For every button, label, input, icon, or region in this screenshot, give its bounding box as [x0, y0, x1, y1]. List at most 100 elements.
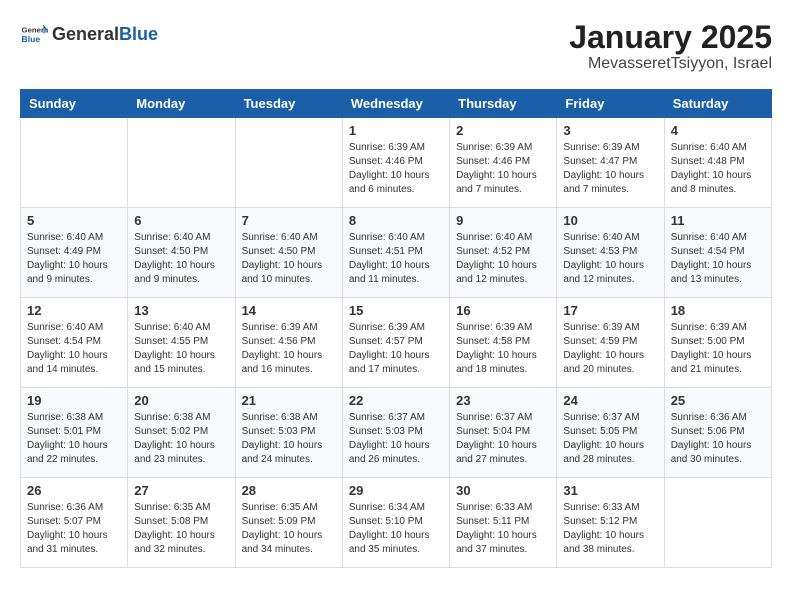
calendar-cell: 31Sunrise: 6:33 AMSunset: 5:12 PMDayligh…	[557, 478, 664, 568]
day-info: Sunrise: 6:40 AMSunset: 4:54 PMDaylight:…	[27, 321, 121, 377]
day-info: Sunrise: 6:36 AMSunset: 5:07 PMDaylight:…	[27, 501, 121, 557]
calendar-cell: 13 Sunrise: 6:40 AMSunset: 4:55 PMDayligh…	[128, 298, 235, 388]
day-info: Sunrise: 6:39 AMSunset: 4:58 PMDaylight:…	[456, 321, 550, 377]
calendar-cell: 14 Sunrise: 6:39 AMSunset: 4:56 PMDayligh…	[235, 298, 342, 388]
day-number: 18	[671, 303, 765, 318]
day-number: 20	[134, 393, 228, 408]
day-info: Sunrise: 6:38 AMSunset: 5:02 PMDaylight:…	[134, 411, 228, 467]
day-number: 25	[671, 393, 765, 408]
calendar-cell: 6 Sunrise: 6:40 AMSunset: 4:50 PMDaylight…	[128, 208, 235, 298]
calendar-week-row: 1 Sunrise: 6:39 AMSunset: 4:46 PMDaylight…	[21, 118, 772, 208]
calendar-week-row: 5Sunrise: 6:40 AMSunset: 4:49 PMDaylight…	[21, 208, 772, 298]
calendar-cell: 5Sunrise: 6:40 AMSunset: 4:49 PMDaylight…	[21, 208, 128, 298]
day-number: 14	[242, 303, 336, 318]
day-number: 6	[134, 213, 228, 228]
calendar-cell: 25 Sunrise: 6:36 AMSunset: 5:06 PMDayligh…	[664, 388, 771, 478]
calendar-cell: 3 Sunrise: 6:39 AMSunset: 4:47 PMDaylight…	[557, 118, 664, 208]
day-number: 5	[27, 213, 121, 228]
day-number: 15	[349, 303, 443, 318]
day-info: Sunrise: 6:40 AMSunset: 4:50 PMDaylight:…	[242, 231, 336, 287]
calendar-cell: 9 Sunrise: 6:40 AMSunset: 4:52 PMDaylight…	[450, 208, 557, 298]
day-info: Sunrise: 6:39 AMSunset: 4:56 PMDaylight:…	[242, 321, 336, 377]
calendar-cell: 11 Sunrise: 6:40 AMSunset: 4:54 PMDayligh…	[664, 208, 771, 298]
calendar-cell: 19 Sunrise: 6:38 AMSunset: 5:01 PMDayligh…	[21, 388, 128, 478]
calendar-cell: 1 Sunrise: 6:39 AMSunset: 4:46 PMDaylight…	[342, 118, 449, 208]
calendar-cell: 7 Sunrise: 6:40 AMSunset: 4:50 PMDaylight…	[235, 208, 342, 298]
calendar-header-row: SundayMondayTuesdayWednesdayThursdayFrid…	[21, 90, 772, 118]
weekday-header-tuesday: Tuesday	[235, 90, 342, 118]
day-info: Sunrise: 6:36 AMSunset: 5:06 PMDaylight:…	[671, 411, 765, 467]
calendar-cell: 20 Sunrise: 6:38 AMSunset: 5:02 PMDayligh…	[128, 388, 235, 478]
day-number: 13	[134, 303, 228, 318]
day-info: Sunrise: 6:39 AMSunset: 4:59 PMDaylight:…	[563, 321, 657, 377]
calendar-week-row: 12 Sunrise: 6:40 AMSunset: 4:54 PMDayligh…	[21, 298, 772, 388]
day-info: Sunrise: 6:33 AMSunset: 5:12 PMDaylight:…	[563, 501, 657, 557]
weekday-header-saturday: Saturday	[664, 90, 771, 118]
page-header: General Blue General Blue January 2025 Me…	[20, 20, 772, 73]
calendar-cell: 21Sunrise: 6:38 AMSunset: 5:03 PMDayligh…	[235, 388, 342, 478]
day-number: 7	[242, 213, 336, 228]
calendar-table: SundayMondayTuesdayWednesdayThursdayFrid…	[20, 89, 772, 568]
day-number: 3	[563, 123, 657, 138]
day-info: Sunrise: 6:39 AMSunset: 4:47 PMDaylight:…	[563, 141, 657, 197]
day-number: 19	[27, 393, 121, 408]
calendar-cell: 30Sunrise: 6:33 AMSunset: 5:11 PMDayligh…	[450, 478, 557, 568]
day-number: 10	[563, 213, 657, 228]
month-title: January 2025	[569, 20, 772, 55]
day-number: 30	[456, 483, 550, 498]
day-number: 12	[27, 303, 121, 318]
calendar-cell: 18 Sunrise: 6:39 AMSunset: 5:00 PMDayligh…	[664, 298, 771, 388]
day-info: Sunrise: 6:39 AMSunset: 5:00 PMDaylight:…	[671, 321, 765, 377]
calendar-cell: 28 Sunrise: 6:35 AMSunset: 5:09 PMDayligh…	[235, 478, 342, 568]
calendar-cell: 15Sunrise: 6:39 AMSunset: 4:57 PMDayligh…	[342, 298, 449, 388]
weekday-header-monday: Monday	[128, 90, 235, 118]
day-info: Sunrise: 6:40 AMSunset: 4:52 PMDaylight:…	[456, 231, 550, 287]
calendar-week-row: 19 Sunrise: 6:38 AMSunset: 5:01 PMDayligh…	[21, 388, 772, 478]
day-number: 1	[349, 123, 443, 138]
calendar-cell: 26 Sunrise: 6:36 AMSunset: 5:07 PMDayligh…	[21, 478, 128, 568]
calendar-cell: 10 Sunrise: 6:40 AMSunset: 4:53 PMDayligh…	[557, 208, 664, 298]
calendar-cell: 17Sunrise: 6:39 AMSunset: 4:59 PMDayligh…	[557, 298, 664, 388]
calendar-cell: 16 Sunrise: 6:39 AMSunset: 4:58 PMDayligh…	[450, 298, 557, 388]
day-info: Sunrise: 6:40 AMSunset: 4:54 PMDaylight:…	[671, 231, 765, 287]
calendar-cell: 23 Sunrise: 6:37 AMSunset: 5:04 PMDayligh…	[450, 388, 557, 478]
day-number: 11	[671, 213, 765, 228]
day-info: Sunrise: 6:40 AMSunset: 4:53 PMDaylight:…	[563, 231, 657, 287]
title-block: January 2025 MevasseretTsiyyon, Israel	[569, 20, 772, 73]
svg-text:Blue: Blue	[22, 34, 41, 44]
day-info: Sunrise: 6:38 AMSunset: 5:01 PMDaylight:…	[27, 411, 121, 467]
day-info: Sunrise: 6:40 AMSunset: 4:48 PMDaylight:…	[671, 141, 765, 197]
day-info: Sunrise: 6:35 AMSunset: 5:08 PMDaylight:…	[134, 501, 228, 557]
logo: General Blue General Blue	[20, 20, 158, 48]
calendar-cell	[235, 118, 342, 208]
logo-general: General	[52, 24, 119, 45]
calendar-cell: 29 Sunrise: 6:34 AMSunset: 5:10 PMDayligh…	[342, 478, 449, 568]
day-info: Sunrise: 6:37 AMSunset: 5:03 PMDaylight:…	[349, 411, 443, 467]
day-number: 16	[456, 303, 550, 318]
logo-icon: General Blue	[20, 20, 48, 48]
calendar-cell: 4Sunrise: 6:40 AMSunset: 4:48 PMDaylight…	[664, 118, 771, 208]
day-info: Sunrise: 6:39 AMSunset: 4:46 PMDaylight:…	[349, 141, 443, 197]
day-number: 26	[27, 483, 121, 498]
day-info: Sunrise: 6:35 AMSunset: 5:09 PMDaylight:…	[242, 501, 336, 557]
calendar-cell: 22 Sunrise: 6:37 AMSunset: 5:03 PMDayligh…	[342, 388, 449, 478]
day-info: Sunrise: 6:37 AMSunset: 5:04 PMDaylight:…	[456, 411, 550, 467]
calendar-cell	[128, 118, 235, 208]
day-number: 9	[456, 213, 550, 228]
calendar-cell	[21, 118, 128, 208]
day-number: 27	[134, 483, 228, 498]
weekday-header-friday: Friday	[557, 90, 664, 118]
day-info: Sunrise: 6:40 AMSunset: 4:55 PMDaylight:…	[134, 321, 228, 377]
day-number: 28	[242, 483, 336, 498]
calendar-cell: 24Sunrise: 6:37 AMSunset: 5:05 PMDayligh…	[557, 388, 664, 478]
day-info: Sunrise: 6:40 AMSunset: 4:50 PMDaylight:…	[134, 231, 228, 287]
day-info: Sunrise: 6:34 AMSunset: 5:10 PMDaylight:…	[349, 501, 443, 557]
weekday-header-wednesday: Wednesday	[342, 90, 449, 118]
day-number: 24	[563, 393, 657, 408]
day-number: 22	[349, 393, 443, 408]
location-title: MevasseretTsiyyon, Israel	[569, 55, 772, 73]
day-number: 29	[349, 483, 443, 498]
day-number: 23	[456, 393, 550, 408]
calendar-cell: 12 Sunrise: 6:40 AMSunset: 4:54 PMDayligh…	[21, 298, 128, 388]
calendar-week-row: 26 Sunrise: 6:36 AMSunset: 5:07 PMDayligh…	[21, 478, 772, 568]
